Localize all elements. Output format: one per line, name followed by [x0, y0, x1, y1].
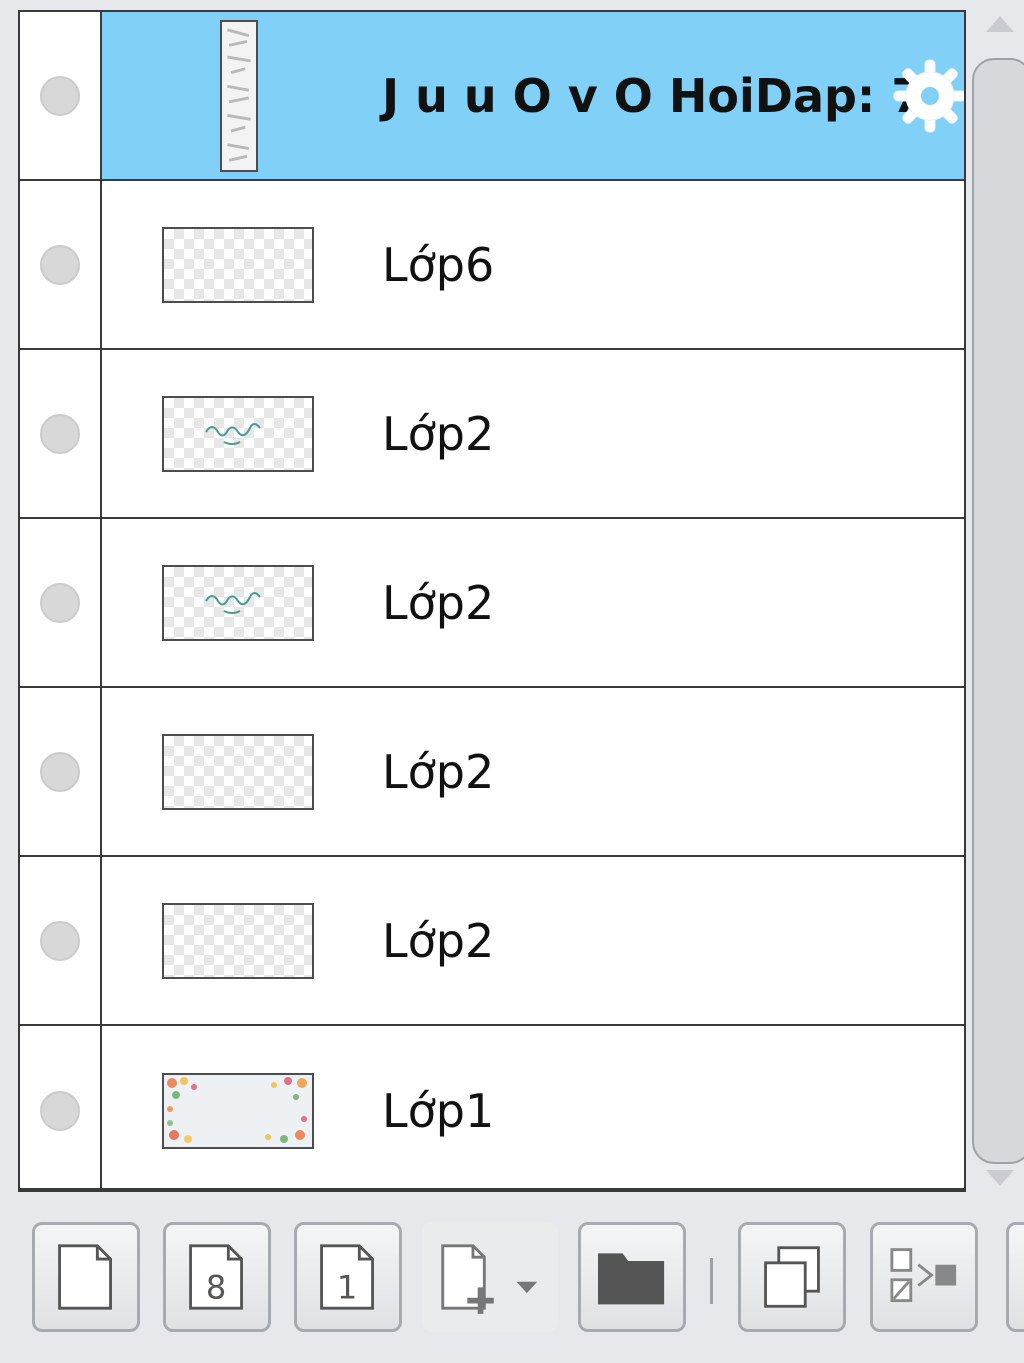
new-layer-button[interactable] [32, 1222, 140, 1332]
visibility-toggle[interactable] [40, 75, 80, 116]
layer-thumbnail-icon [162, 395, 314, 472]
toolbar-separator [710, 1258, 713, 1304]
layer-thumbnail-icon [162, 733, 314, 810]
duplicate-layer-icon [764, 1246, 820, 1308]
new-1bit-layer-button[interactable]: 1 [294, 1222, 402, 1332]
visibility-toggle[interactable] [40, 751, 80, 792]
visibility-toggle[interactable] [40, 244, 80, 285]
layer-toolbar: 8 1 [18, 1206, 1024, 1346]
add-layer-dropdown-button[interactable] [422, 1222, 558, 1332]
layer-thumbnail-icon [162, 226, 314, 303]
visibility-column [20, 1026, 102, 1188]
merge-layer-icon [890, 1248, 957, 1303]
layer-row[interactable]: Lớp2 [20, 350, 964, 519]
scrollbar-thumb[interactable] [972, 58, 1024, 1164]
layer-row-main[interactable]: Lớp6 [102, 181, 964, 348]
visibility-column [20, 181, 102, 348]
merge-layer-button[interactable] [870, 1222, 978, 1332]
new-folder-button[interactable] [578, 1222, 686, 1332]
layer-row-main[interactable]: Lớp2 [102, 519, 964, 686]
layer-row[interactable]: J u u O v O HoiDap: 7 [20, 12, 964, 181]
layer-name: Lớp2 [382, 575, 495, 630]
new-1bit-layer-icon: 1 [320, 1244, 374, 1310]
layer-name: Lớp2 [382, 744, 495, 799]
scroll-down-icon[interactable] [986, 1170, 1014, 1186]
layer-thumbnail-icon [220, 19, 258, 172]
visibility-toggle[interactable] [40, 582, 80, 623]
layer-row[interactable]: Lớp6 [20, 181, 964, 350]
visibility-column [20, 12, 102, 179]
duplicate-layer-button[interactable] [738, 1222, 846, 1332]
visibility-toggle[interactable] [40, 920, 80, 961]
layer-row-main[interactable]: Lớp2 [102, 688, 964, 855]
layer-name: Lớp2 [382, 406, 495, 461]
vertical-scrollbar[interactable] [970, 10, 1024, 1192]
visibility-toggle[interactable] [40, 413, 80, 454]
layer-name: J u u O v O HoiDap: 7 [382, 68, 924, 123]
layer-thumbnail-icon [162, 564, 314, 641]
gear-icon [893, 59, 964, 132]
layer-row[interactable]: Lớp2 [20, 688, 964, 857]
visibility-toggle[interactable] [40, 1090, 80, 1131]
layer-row[interactable]: Lớp1 [20, 1026, 964, 1188]
layer-row[interactable]: Lớp2 [20, 857, 964, 1026]
toolbar-button-label: 1 [337, 1269, 357, 1307]
layer-name: Lớp2 [382, 913, 495, 968]
layer-name: Lớp6 [382, 237, 495, 292]
visibility-column [20, 519, 102, 686]
layer-name: Lớp1 [382, 1083, 495, 1138]
scroll-up-icon[interactable] [986, 16, 1014, 32]
layer-row-main[interactable]: J u u O v O HoiDap: 7 [102, 12, 964, 179]
layer-row-main[interactable]: Lớp2 [102, 350, 964, 517]
add-layer-dropdown-icon [441, 1244, 538, 1314]
new-8bit-layer-button[interactable]: 8 [163, 1222, 271, 1332]
visibility-column [20, 688, 102, 855]
layer-list: J u u O v O HoiDap: 7 Lớp6 Lớp2 Lớp2 Lớp… [18, 10, 966, 1192]
visibility-column [20, 350, 102, 517]
layer-thumbnail-icon [162, 902, 314, 979]
layer-row-main[interactable]: Lớp1 [102, 1026, 964, 1188]
layer-row[interactable]: Lớp2 [20, 519, 964, 688]
new-folder-icon [598, 1253, 665, 1305]
layer-row-main[interactable]: Lớp2 [102, 857, 964, 1024]
visibility-column [20, 857, 102, 1024]
toolbar-overflow-button[interactable] [1006, 1222, 1024, 1332]
layer-thumbnail-icon [162, 1072, 314, 1149]
toolbar-button-label: 8 [206, 1269, 226, 1307]
new-8bit-layer-icon: 8 [189, 1244, 243, 1310]
new-layer-icon [58, 1244, 112, 1310]
